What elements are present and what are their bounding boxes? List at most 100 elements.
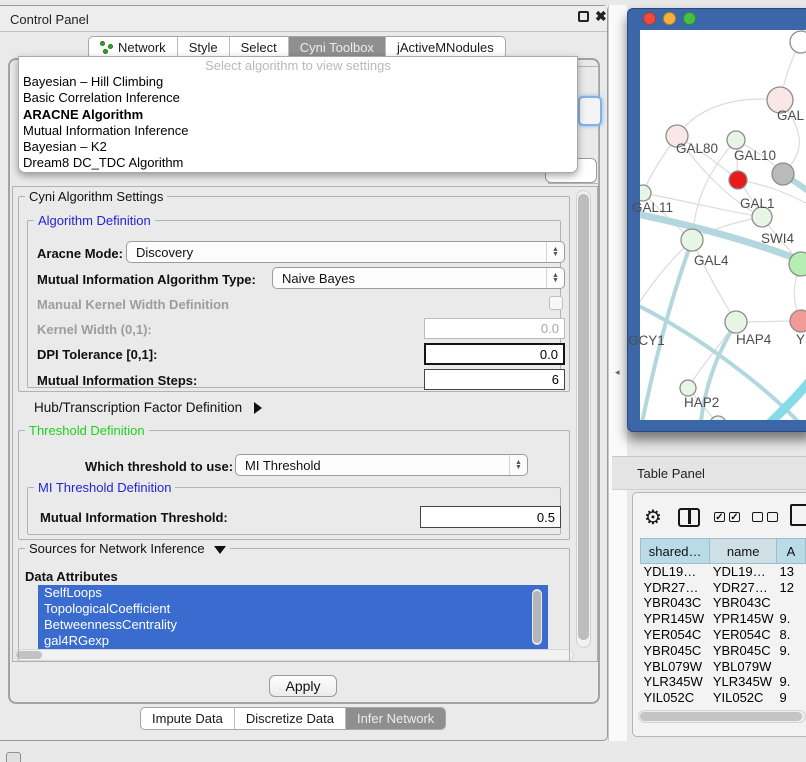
table-panel-title: Table Panel xyxy=(637,466,705,481)
tab-impute-data[interactable]: Impute Data xyxy=(141,708,235,729)
table-cell: YPR145W xyxy=(641,611,710,627)
manual-kernel-checkbox[interactable] xyxy=(549,296,563,310)
which-threshold-combobox[interactable]: MI Threshold ▲▼ xyxy=(235,454,528,476)
algorithm-option[interactable]: Dream8 DC_TDC Algorithm xyxy=(19,155,577,171)
network-node-hap4[interactable] xyxy=(725,311,747,333)
settings-vertical-scrollbar-thumb[interactable] xyxy=(578,194,589,640)
sources-title[interactable]: Sources for Network Inference xyxy=(25,541,230,556)
kernel-width-field[interactable]: 0.0 xyxy=(424,318,565,339)
table-cell: YER054C xyxy=(710,627,777,643)
table-row[interactable]: YDR27…YDR27…12 xyxy=(641,579,806,595)
tab-infer-network[interactable]: Infer Network xyxy=(346,708,445,729)
network-node-y[interactable] xyxy=(790,310,806,332)
tab-network[interactable]: Network xyxy=(89,37,178,58)
node-label-gal1: GAL1 xyxy=(740,196,775,211)
node-label-gal4: GAL4 xyxy=(694,253,729,268)
dpi-tolerance-field[interactable]: 0.0 xyxy=(424,343,565,365)
table-row[interactable]: YDL19…YDL19…13 xyxy=(641,564,806,580)
mi-threshold-definition-title: MI Threshold Definition xyxy=(34,480,175,495)
hub-definition-label: Hub/Transcription Factor Definition xyxy=(34,400,242,415)
network-canvas[interactable] xyxy=(640,30,806,420)
table-row[interactable]: YLR345WYLR345W9. xyxy=(641,674,806,690)
tab-label: Select xyxy=(241,40,277,55)
dock-panel-icon[interactable] xyxy=(6,752,21,762)
tab-jactivemnodules[interactable]: jActiveMNodules xyxy=(386,37,505,58)
zoom-traffic-light[interactable] xyxy=(683,12,696,25)
network-node-swi4[interactable] xyxy=(789,252,806,276)
table-column-header[interactable]: A xyxy=(777,539,806,564)
table-cell: YBR043C xyxy=(710,595,777,611)
mi-algorithm-type-combobox[interactable]: Naive Bayes ▲▼ xyxy=(272,267,565,289)
tab-label: Style xyxy=(189,40,218,55)
table-row[interactable]: YER054CYER054C8. xyxy=(641,627,806,643)
attributes-list-scrollbar-thumb[interactable] xyxy=(533,591,541,643)
table-cell: YBL079W xyxy=(710,658,777,674)
network-node[interactable] xyxy=(772,163,794,185)
table-column-header[interactable]: name xyxy=(710,539,777,564)
tab-select[interactable]: Select xyxy=(230,37,289,58)
close-panel-icon[interactable]: ✖ xyxy=(595,8,607,25)
table-horizontal-scrollbar-thumb[interactable] xyxy=(640,712,802,721)
mi-algorithm-type-value: Naive Bayes xyxy=(282,271,355,286)
algorithm-option[interactable]: Bayesian – Hill Climbing xyxy=(19,74,577,90)
mi-threshold-field[interactable]: 0.5 xyxy=(420,506,561,528)
data-attribute-item[interactable]: SelfLoops xyxy=(38,585,548,601)
splitter-handle-icon[interactable]: ◂ xyxy=(615,367,620,378)
table-cell: YIL052C xyxy=(710,690,777,706)
control-panel-titlebar xyxy=(0,6,607,32)
table-cell: YBR045C xyxy=(710,642,777,658)
network-node-gal11[interactable] xyxy=(640,185,651,201)
attributes-list-scrollbar[interactable] xyxy=(532,589,542,645)
network-node-hap2[interactable] xyxy=(680,380,696,396)
algorithm-option[interactable]: Mutual Information Inference xyxy=(19,123,577,139)
tab-label: jActiveMNodules xyxy=(397,40,494,55)
new-table-icon[interactable] xyxy=(790,504,806,526)
kernel-width-label: Kernel Width (0,1): xyxy=(37,322,152,337)
tab-style[interactable]: Style xyxy=(178,37,230,58)
table-cell xyxy=(777,595,806,611)
table-row[interactable]: YBR045CYBR045C9. xyxy=(641,642,806,658)
aracne-mode-label: Aracne Mode: xyxy=(37,246,123,261)
hub-definition-expander[interactable]: Hub/Transcription Factor Definition xyxy=(34,400,262,415)
tab-cyni-toolbox[interactable]: Cyni Toolbox xyxy=(289,37,386,58)
node-label-hap2: HAP2 xyxy=(684,395,719,410)
data-attributes-list[interactable]: SelfLoopsTopologicalCoefficientBetweenne… xyxy=(38,585,548,649)
aracne-mode-combobox[interactable]: Discovery ▲▼ xyxy=(126,241,565,263)
split-columns-icon[interactable] xyxy=(678,508,700,527)
table-cell: 12 xyxy=(777,579,806,595)
data-attribute-item[interactable]: gal4RGexp xyxy=(38,633,548,649)
network-node[interactable] xyxy=(790,31,806,53)
deselect-all-icon[interactable] xyxy=(752,512,778,522)
select-all-icon[interactable]: ✓✓ xyxy=(714,512,740,522)
gear-icon[interactable]: ⚙ xyxy=(644,505,662,530)
apply-button[interactable]: Apply xyxy=(269,675,337,697)
table-row[interactable]: YBR043CYBR043C xyxy=(641,595,806,611)
table-cell xyxy=(777,658,806,674)
network-node-gal4[interactable] xyxy=(681,229,703,251)
algorithm-option[interactable]: ARACNE Algorithm xyxy=(19,107,577,123)
data-attribute-item[interactable]: TopologicalCoefficient xyxy=(38,601,548,617)
table-row[interactable]: YPR145WYPR145W9. xyxy=(641,611,806,627)
float-window-icon[interactable] xyxy=(578,11,589,22)
network-node[interactable] xyxy=(729,171,747,189)
algorithm-option[interactable]: Bayesian – K2 xyxy=(19,139,577,155)
tab-label: Infer Network xyxy=(357,711,434,726)
table-cell: YIL052C xyxy=(641,690,710,706)
table-cell: 9. xyxy=(777,674,806,690)
table-row[interactable]: YBL079WYBL079W xyxy=(641,658,806,674)
table-cell: 8. xyxy=(777,627,806,643)
mi-steps-field[interactable]: 6 xyxy=(424,369,565,390)
table-column-header[interactable]: shared… xyxy=(641,539,710,564)
minimize-traffic-light[interactable] xyxy=(663,12,676,25)
table-row[interactable]: YIL052CYIL052C9 xyxy=(641,690,806,706)
focused-combobox-fragment[interactable] xyxy=(578,96,602,126)
algorithm-option[interactable]: Basic Correlation Inference xyxy=(19,90,577,106)
network-node-gal10[interactable] xyxy=(727,131,745,149)
close-traffic-light[interactable] xyxy=(643,12,656,25)
node-label-gcy1: GCY1 xyxy=(628,333,665,348)
table-cell: YLR345W xyxy=(641,674,710,690)
tab-discretize-data[interactable]: Discretize Data xyxy=(235,708,346,729)
table-cell: YBR045C xyxy=(641,642,710,658)
data-attribute-item[interactable]: BetweennessCentrality xyxy=(38,617,548,633)
network-icon xyxy=(100,41,113,54)
